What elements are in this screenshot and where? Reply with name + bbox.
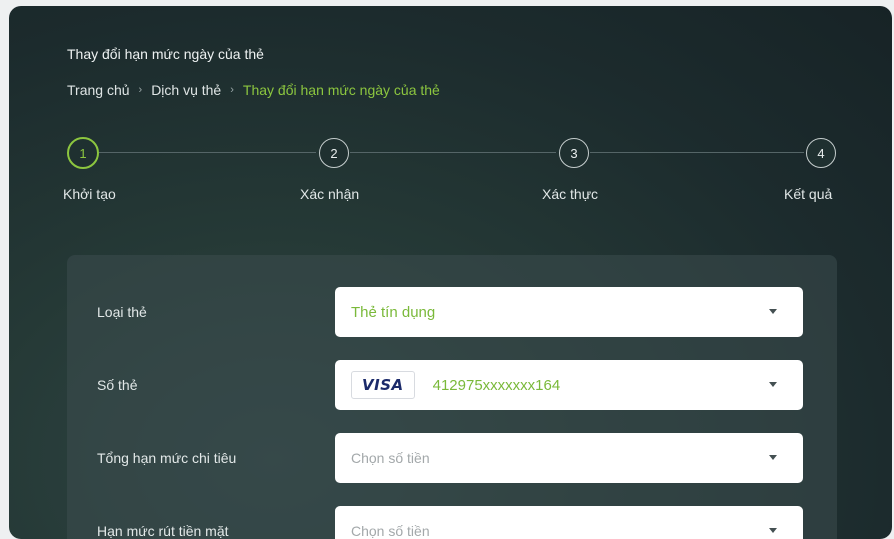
cash-withdrawal-limit-select[interactable]: Chọn số tiền (335, 506, 803, 539)
breadcrumb-home[interactable]: Trang chủ (67, 82, 130, 98)
step-3-label: Xác thực (542, 186, 599, 202)
card-type-row: Loại thẻ Thẻ tín dụng (67, 287, 837, 337)
cash-withdrawal-limit-label: Hạn mức rút tiền mặt (97, 523, 229, 539)
breadcrumb-current: Thay đổi hạn mức ngày của thẻ (242, 82, 440, 98)
stepper: 1 2 3 4 Khởi tạo Xác nhận Xác thực Kết q… (9, 136, 892, 216)
cash-withdrawal-limit-placeholder: Chọn số tiền (351, 523, 430, 539)
step-3-indicator: 3 (559, 138, 589, 168)
step-connector (350, 152, 556, 153)
visa-logo-icon: VISA (351, 371, 415, 399)
chevron-down-icon (769, 382, 777, 387)
chevron-down-icon (769, 455, 777, 460)
card-type-value: Thẻ tín dụng (351, 303, 436, 321)
step-connector (590, 152, 804, 153)
step-4-label: Kết quả (784, 186, 833, 202)
form-panel: Loại thẻ Thẻ tín dụng Số thẻ VISA 412975… (67, 255, 837, 539)
page-title: Thay đổi hạn mức ngày của thẻ (67, 46, 264, 62)
step-4-indicator: 4 (806, 138, 836, 168)
step-2-indicator: 2 (319, 138, 349, 168)
step-1-indicator: 1 (67, 137, 99, 169)
card-type-label: Loại thẻ (97, 304, 147, 320)
step-connector (99, 152, 316, 153)
total-spending-limit-label: Tổng hạn mức chi tiêu (97, 450, 237, 466)
total-spending-limit-select[interactable]: Chọn số tiền (335, 433, 803, 483)
step-1-label: Khởi tạo (63, 186, 116, 202)
total-spending-limit-placeholder: Chọn số tiền (351, 450, 430, 466)
breadcrumb-separator-icon: › (138, 84, 143, 96)
breadcrumb: Trang chủ › Dịch vụ thẻ › Thay đổi hạn m… (67, 82, 440, 98)
breadcrumb-card-services[interactable]: Dịch vụ thẻ (151, 82, 221, 98)
chevron-down-icon (769, 309, 777, 314)
card-number-value: 412975xxxxxxx164 (432, 376, 561, 394)
main-window: Thay đổi hạn mức ngày của thẻ Trang chủ … (9, 6, 892, 539)
card-number-select[interactable]: VISA 412975xxxxxxx164 (335, 360, 803, 410)
card-number-label: Số thẻ (97, 377, 138, 393)
cash-withdrawal-limit-row: Hạn mức rút tiền mặt Chọn số tiền (67, 506, 837, 539)
step-2-label: Xác nhận (300, 186, 360, 202)
card-type-select[interactable]: Thẻ tín dụng (335, 287, 803, 337)
total-spending-limit-row: Tổng hạn mức chi tiêu Chọn số tiền (67, 433, 837, 483)
chevron-down-icon (769, 528, 777, 533)
breadcrumb-separator-icon: › (230, 84, 234, 96)
card-number-row: Số thẻ VISA 412975xxxxxxx164 (67, 360, 837, 410)
